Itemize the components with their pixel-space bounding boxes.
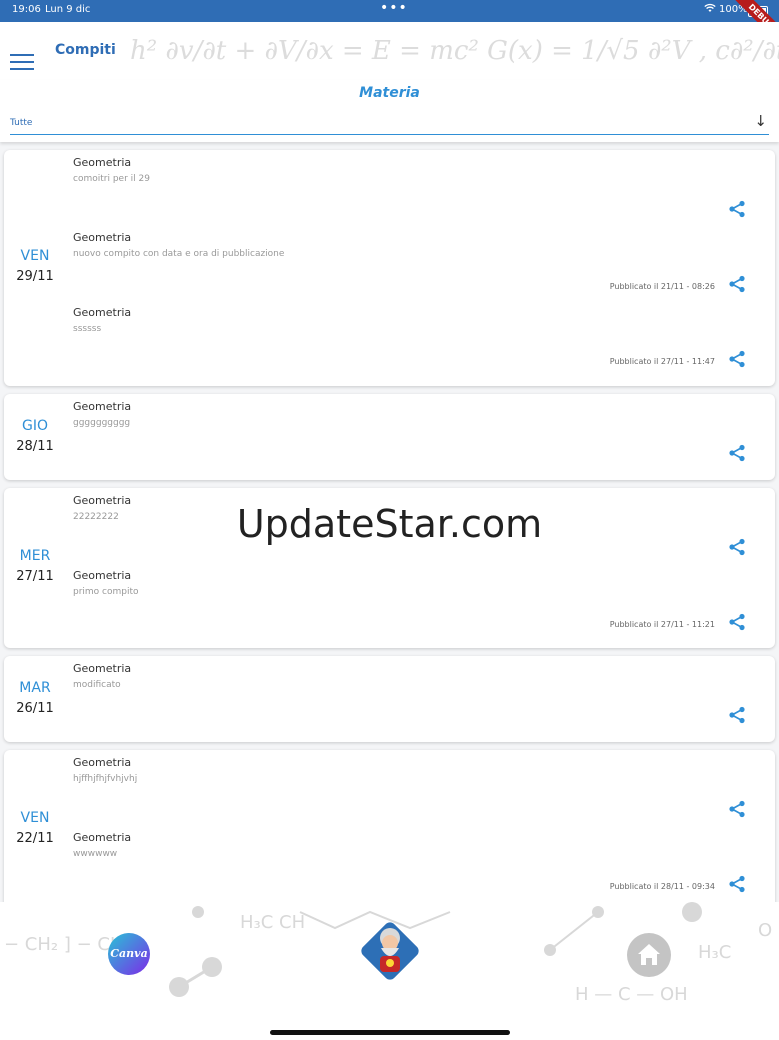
bottom-bar: − CH₂ ] − CH H₃C CH H₃C H — C — OH O Can…	[0, 902, 779, 1040]
home-button[interactable]	[627, 933, 671, 977]
watermark: UpdateStar.com	[236, 502, 543, 546]
entry-published: Pubblicato il 27/11 - 11:47	[609, 357, 715, 366]
entry-description: gggggggggg	[73, 418, 131, 428]
home-icon	[638, 944, 660, 965]
day-date: 29/11	[16, 269, 54, 284]
homework-entry[interactable]: Geometria primo compito Pubblicato il 27/1…	[73, 563, 755, 637]
entry-subject: Geometria	[73, 662, 132, 675]
share-icon[interactable]	[727, 874, 747, 894]
share-icon[interactable]	[727, 199, 747, 219]
day-card: VEN 29/11 Geometria comoitri per il 29 Geome…	[4, 150, 775, 386]
day-card: GIO 28/11 Geometria gggggggggg	[4, 394, 775, 480]
status-time: 19:06	[12, 4, 41, 15]
day-of-week: MER	[19, 548, 51, 564]
day-date: 26/11	[16, 701, 54, 716]
mascot-icon	[361, 922, 419, 980]
entry-subject: Geometria	[73, 569, 132, 582]
day-date: 27/11	[16, 569, 54, 584]
entry-subject: Geometria	[73, 306, 132, 319]
molecule-decoration	[169, 902, 702, 997]
day-label: GIO 28/11	[4, 418, 66, 454]
share-icon[interactable]	[727, 274, 747, 294]
share-icon[interactable]	[727, 443, 747, 463]
entry-published: Pubblicato il 28/11 - 09:34	[609, 882, 715, 891]
status-bar: 19:06 Lun 9 dic ••• 100% DEBUG	[0, 0, 779, 50]
entry-published: Pubblicato il 21/11 - 08:26	[609, 282, 715, 291]
day-card: MAR 26/11 Geometria modificato	[4, 656, 775, 742]
entry-subject: Geometria	[73, 831, 132, 844]
arrow-down-icon: ↓	[754, 112, 767, 130]
day-of-week: VEN	[20, 810, 50, 826]
day-label: MAR 26/11	[4, 680, 66, 716]
day-label: MER 27/11	[4, 548, 66, 584]
homework-entry[interactable]: Geometria gggggggggg	[73, 394, 755, 468]
entry-subject: Geometria	[73, 756, 132, 769]
entry-description: wwwwww	[73, 849, 118, 859]
homework-entry[interactable]: Geometria modificato	[73, 656, 755, 730]
entry-subject: Geometria	[73, 156, 132, 169]
day-date: 22/11	[16, 831, 54, 846]
page-title: Compiti	[55, 42, 116, 58]
home-indicator[interactable]	[270, 1030, 510, 1035]
day-of-week: VEN	[20, 248, 50, 264]
entry-subject: Geometria	[73, 231, 132, 244]
header-formula-background: h² ∂v/∂t + ∂V/∂x = E = mc² G(x) = 1/√5 ∂…	[130, 36, 779, 66]
filter-label: Materia	[359, 85, 420, 101]
share-icon[interactable]	[727, 799, 747, 819]
homework-entry[interactable]: Geometria ssssss Pubblicato il 27/11 - 11:…	[73, 300, 755, 374]
day-of-week: MAR	[19, 680, 51, 696]
entry-description: comoitri per il 29	[73, 174, 150, 184]
entry-published: Pubblicato il 27/11 - 11:21	[609, 620, 715, 629]
share-icon[interactable]	[727, 349, 747, 369]
homework-entry[interactable]: Geometria comoitri per il 29	[73, 150, 755, 224]
multitasking-dots[interactable]: •••	[380, 0, 408, 16]
subject-select[interactable]: Tutte ↓	[10, 112, 769, 135]
day-label: VEN 29/11	[4, 248, 66, 284]
entry-description: modificato	[73, 680, 121, 690]
entry-description: primo compito	[73, 587, 139, 597]
wifi-icon	[704, 3, 716, 16]
day-label: VEN 22/11	[4, 810, 66, 846]
status-date: Lun 9 dic	[45, 4, 91, 15]
day-date: 28/11	[16, 439, 54, 454]
entry-description: hjffhjfhjfvhjvhj	[73, 774, 138, 784]
homework-entry[interactable]: Geometria wwwwww Pubblicato il 28/11 - 09:…	[73, 825, 755, 899]
mascot-button[interactable]	[355, 916, 425, 986]
entry-description: nuovo compito con data e ora di pubblica…	[73, 249, 285, 259]
hamburger-menu-icon[interactable]	[10, 54, 34, 72]
homework-entry[interactable]: Geometria nuovo compito con data e ora di…	[73, 225, 755, 299]
canva-button[interactable]: Canva	[108, 933, 150, 975]
entry-subject: Geometria	[73, 400, 132, 413]
share-icon[interactable]	[727, 705, 747, 725]
chem-decoration-left: − CH₂ ] − CH	[4, 934, 124, 955]
app-header: h² ∂v/∂t + ∂V/∂x = E = mc² G(x) = 1/√5 ∂…	[0, 22, 779, 80]
entry-description: ssssss	[73, 324, 102, 334]
day-of-week: GIO	[22, 418, 48, 434]
day-card: VEN 22/11 Geometria hjffhjfhjfvhjvhj Geometr…	[4, 750, 775, 910]
subject-select-value: Tutte	[10, 118, 33, 128]
homework-entry[interactable]: Geometria hjffhjfhjfvhjvhj	[73, 750, 755, 824]
subject-filter: Materia Tutte ↓	[0, 80, 779, 142]
share-icon[interactable]	[727, 612, 747, 632]
